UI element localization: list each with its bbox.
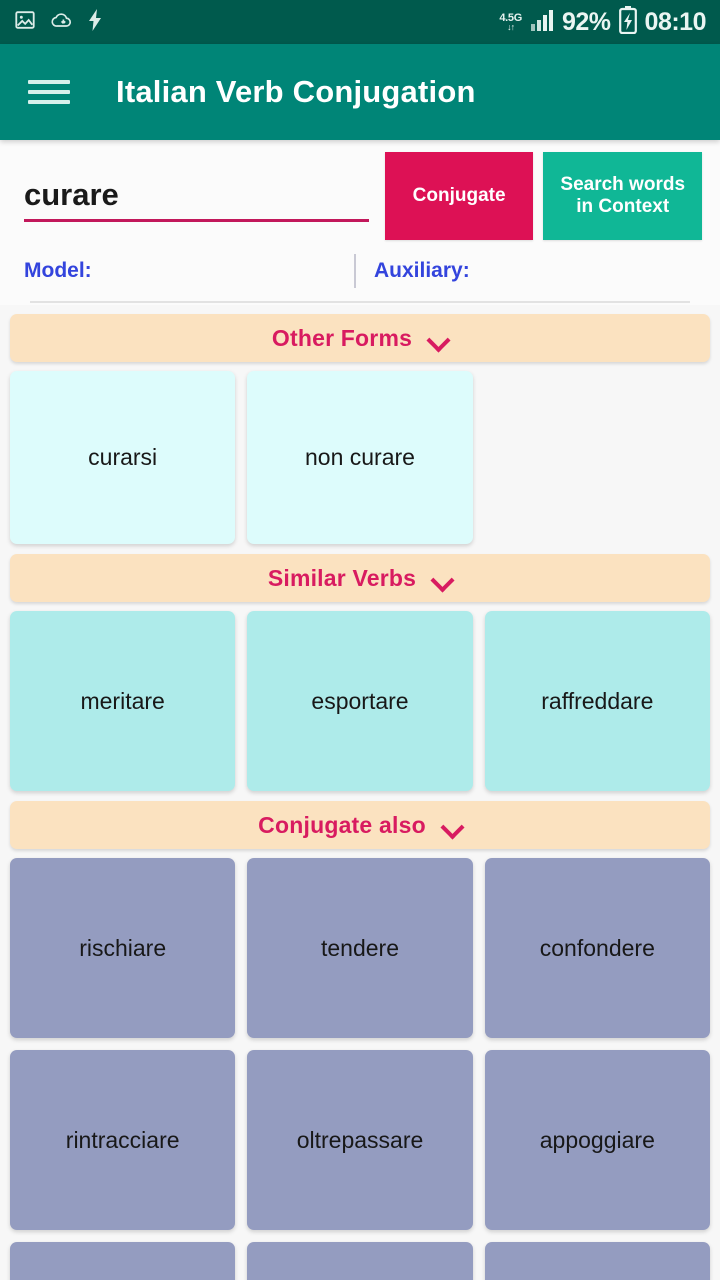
- chevron-down-icon: [428, 332, 448, 344]
- similar-verb-card[interactable]: meritare: [10, 611, 236, 791]
- flash-icon: [88, 8, 102, 36]
- conjugate-also-card[interactable]: appoggiare: [484, 1050, 710, 1230]
- network-arrows-label: ↓↑: [507, 21, 515, 32]
- status-bar-left-icons: [14, 8, 102, 36]
- meta-divider: [30, 301, 690, 303]
- section-title: Conjugate also: [258, 811, 426, 838]
- verb-search-input[interactable]: [24, 177, 369, 222]
- similar-verb-card[interactable]: esportare: [247, 611, 473, 791]
- conjugate-also-card[interactable]: rintracciare: [10, 1050, 236, 1230]
- section-header-similar-verbs[interactable]: Similar Verbs: [10, 554, 710, 602]
- model-field: Model:: [24, 259, 354, 283]
- cloud-sync-icon: [50, 10, 74, 35]
- auxiliary-label: Auxiliary:: [374, 259, 470, 282]
- section-title: Similar Verbs: [267, 564, 417, 591]
- status-bar: 4.5G ↓↑ 92% 08:10: [0, 0, 720, 44]
- signal-bars-icon: [530, 9, 554, 36]
- hamburger-menu-icon[interactable]: [28, 76, 72, 108]
- similar-verb-card[interactable]: raffreddare: [484, 611, 710, 791]
- section-title: Other Forms: [271, 324, 413, 351]
- network-type-indicator: 4.5G ↓↑: [499, 12, 522, 32]
- conjugate-button[interactable]: Conjugate: [384, 152, 534, 240]
- content-area: Other Forms curarsi non curare Similar V…: [0, 314, 720, 1280]
- clock-label: 08:10: [644, 7, 707, 36]
- battery-percent-label: 92%: [562, 7, 611, 36]
- section-header-other-forms[interactable]: Other Forms: [10, 314, 710, 362]
- chevron-down-icon: [442, 819, 462, 831]
- meta-row: Model: Auxiliary:: [18, 247, 702, 295]
- model-label: Model:: [24, 259, 92, 282]
- app-bar: Italian Verb Conjugation: [0, 44, 720, 140]
- image-icon: [14, 9, 36, 36]
- search-words-in-context-button[interactable]: Search words in Context: [543, 152, 702, 240]
- conjugate-also-card[interactable]: tendere: [247, 858, 473, 1038]
- hamburger-line: [28, 100, 70, 104]
- meta-separator: [354, 254, 356, 288]
- conjugate-also-card[interactable]: [247, 1242, 473, 1280]
- status-bar-right-indicators: 4.5G ↓↑ 92% 08:10: [499, 5, 707, 39]
- app-root: 4.5G ↓↑ 92% 08:10 Italian Verb Conjugati…: [0, 0, 720, 1280]
- section-header-conjugate-also[interactable]: Conjugate also: [10, 801, 710, 849]
- conjugate-also-card[interactable]: oltrepassare: [247, 1050, 473, 1230]
- page-title: Italian Verb Conjugation: [116, 74, 476, 109]
- conjugate-also-card[interactable]: rischiare: [10, 858, 236, 1038]
- chevron-down-icon: [432, 572, 452, 584]
- other-forms-grid: curarsi non curare: [10, 371, 710, 544]
- conjugate-also-grid: rischiare tendere confondere rintracciar…: [10, 858, 710, 1280]
- battery-charging-icon: [618, 5, 637, 39]
- other-form-card[interactable]: non curare: [247, 371, 473, 544]
- conjugate-also-card[interactable]: [484, 1242, 710, 1280]
- search-area: Conjugate Search words in Context Model:…: [0, 140, 720, 305]
- search-row: Conjugate Search words in Context: [18, 152, 702, 247]
- similar-verbs-grid: meritare esportare raffreddare: [10, 611, 710, 791]
- conjugate-also-card[interactable]: [10, 1242, 236, 1280]
- hamburger-line: [28, 90, 70, 94]
- auxiliary-field: Auxiliary:: [374, 259, 470, 283]
- conjugate-also-card[interactable]: confondere: [484, 858, 710, 1038]
- hamburger-line: [28, 80, 70, 84]
- other-form-card[interactable]: curarsi: [10, 371, 236, 544]
- verb-input-container: [18, 152, 375, 247]
